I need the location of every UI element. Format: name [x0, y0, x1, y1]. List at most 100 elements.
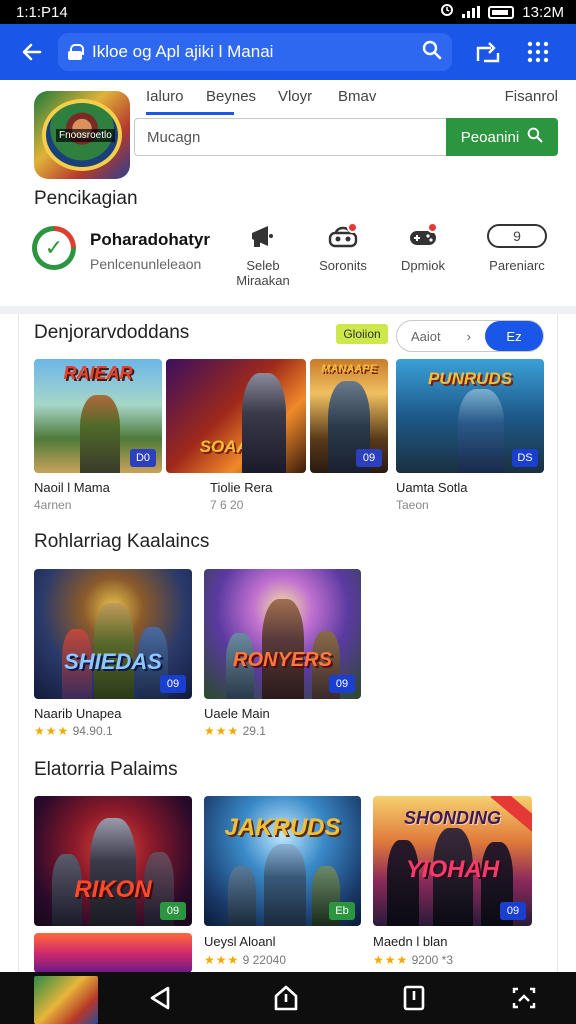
game-subtitle: 4arnen: [34, 498, 72, 512]
gamepad-icon: [406, 222, 440, 252]
home-icon[interactable]: [270, 982, 302, 1014]
star-rating-icon: ★★★: [373, 953, 409, 967]
section-divider: [0, 306, 576, 314]
game-badge: 09: [329, 675, 355, 693]
section-1-title: Denjorarvdoddans: [34, 322, 190, 343]
game-title[interactable]: Maedn l blan: [373, 934, 447, 949]
game-badge: 09: [160, 902, 186, 920]
status-bar: 1:1:P14 13:2M: [0, 0, 576, 24]
game-tile[interactable]: SOAAUS: [166, 359, 306, 473]
game-subtitle: Taeon: [396, 498, 429, 512]
section-1-segmented-control[interactable]: Aaiot › Ez: [396, 320, 544, 352]
game-art-title: RIKON: [74, 876, 152, 903]
game-title[interactable]: Tiolie Rera: [210, 480, 272, 495]
game-tile[interactable]: MANAAPE 09: [310, 359, 388, 473]
back-triangle-icon[interactable]: [144, 982, 176, 1014]
game-art-title: JAKRUDS: [224, 814, 341, 841]
system-nav-bar: [0, 972, 576, 1024]
game-title[interactable]: Uamta Sotla: [396, 480, 468, 495]
status-row: ✓ Poharadohatyr Penlcenunleleaon Seleb M…: [32, 222, 556, 292]
tab-3[interactable]: Vloyr: [278, 84, 338, 116]
game-art-title: RONYERS: [233, 649, 332, 671]
action-label-2: Soronits: [319, 258, 367, 273]
alarm-icon: [440, 3, 454, 21]
url-text: Ikloe og Apl ajiki l Manai: [92, 42, 274, 61]
game-art-title: SHIEDAS: [64, 649, 162, 674]
toggle-pill[interactable]: 9: [487, 224, 547, 248]
status-time: 1:1:P14: [16, 3, 68, 21]
game-subtitle: 7 6 20: [210, 498, 244, 512]
game-title[interactable]: Ueysl Aloanl: [204, 934, 276, 949]
section-2-title: Rohlarriag Kaalaincs: [34, 531, 210, 552]
app-thumbnail-label: Fnoosroetlo: [56, 129, 115, 142]
action-label-3: Dpmiok: [400, 258, 446, 273]
status-right-time: 13:2M: [522, 3, 564, 21]
chevron-right-icon: ›: [466, 328, 471, 344]
section-3-title: Elatorria Palaims: [34, 759, 178, 780]
game-tile[interactable]: RONYERS 09: [204, 569, 361, 699]
search-button-label: Peoanini: [460, 128, 520, 146]
search-icon: [527, 127, 543, 147]
lock-icon: [68, 44, 84, 60]
game-badge: 09: [500, 902, 526, 920]
search-input[interactable]: Mucagn: [134, 118, 446, 156]
status-title: Poharadohatyr: [90, 230, 210, 249]
game-tile[interactable]: PUNRUDS DS: [396, 359, 544, 473]
section-label: Pencikagian: [34, 188, 138, 209]
action-button-3[interactable]: Dpmiok: [386, 222, 460, 273]
vr-headset-icon: [326, 222, 360, 252]
signal-icon: [462, 6, 481, 18]
game-art-title: RAIEAR: [63, 363, 133, 383]
game-tile[interactable]: JAKRUDS Eb: [204, 796, 361, 926]
tab-4[interactable]: Bmav: [338, 84, 458, 116]
grid-menu-icon[interactable]: [518, 32, 558, 72]
screenshot-icon[interactable]: [508, 982, 540, 1014]
segment-right[interactable]: Ez: [485, 321, 543, 351]
game-tile[interactable]: RAIEAR D0: [34, 359, 162, 473]
action-button-4[interactable]: 9 Pareniarc: [472, 222, 562, 273]
game-art-title: PUNRUDS: [427, 369, 513, 388]
star-rating-icon: ★★★: [34, 724, 70, 738]
megaphone-icon: [246, 222, 280, 252]
back-arrow-icon[interactable]: [12, 32, 52, 72]
recents-icon[interactable]: [398, 982, 430, 1014]
game-tile-partial[interactable]: [34, 933, 192, 973]
recent-app-thumbnail[interactable]: [34, 976, 98, 1024]
tab-5[interactable]: Fisanrol: [505, 84, 558, 116]
game-art-title: MANAAPE: [321, 363, 377, 375]
game-badge: 09: [356, 449, 382, 467]
battery-icon: [488, 5, 515, 19]
search-button[interactable]: Peoanini: [446, 118, 558, 156]
game-badge: D0: [130, 449, 156, 467]
game-tile[interactable]: RIKON 09: [34, 796, 192, 926]
game-art-title-top: SHONDING: [403, 808, 501, 828]
active-tab-indicator: [146, 112, 234, 115]
action-label-1: Seleb Miraakan: [236, 258, 290, 288]
game-title[interactable]: Uaele Main: [204, 706, 270, 721]
browser-toolbar: Ikloe og Apl ajiki l Manai: [0, 24, 576, 80]
game-rating: ★★★ 9200 *3: [373, 953, 453, 967]
game-title[interactable]: Naoil l Mama: [34, 480, 110, 495]
game-title[interactable]: Naarib Unapea: [34, 706, 121, 721]
game-rating: ★★★ 29.1: [204, 724, 266, 738]
game-art-title: YIOHAH: [405, 856, 500, 883]
game-badge: 09: [160, 675, 186, 693]
game-rating: ★★★ 94.90.1: [34, 724, 113, 738]
search-icon[interactable]: [422, 40, 442, 65]
game-rating: ★★★ 9 22040: [204, 953, 287, 967]
section-1-tag: Gloiion: [336, 324, 388, 344]
url-bar[interactable]: Ikloe og Apl ajiki l Manai: [58, 33, 452, 71]
action-button-1[interactable]: Seleb Miraakan: [226, 222, 300, 288]
action-button-2[interactable]: Soronits: [306, 222, 380, 273]
status-subtitle: Penlcenunleleaon: [90, 256, 202, 272]
game-badge: Eb: [329, 902, 355, 920]
star-rating-icon: ★★★: [204, 953, 240, 967]
segment-left[interactable]: Aaiot ›: [397, 321, 485, 351]
app-thumbnail[interactable]: Fnoosroetlo: [34, 91, 130, 179]
star-rating-icon: ★★★: [204, 724, 240, 738]
game-badge: DS: [512, 449, 538, 467]
action-label-4: Pareniarc: [489, 258, 545, 273]
game-tile[interactable]: SHONDING YIOHAH 09: [373, 796, 532, 926]
switch-tabs-icon[interactable]: [468, 32, 508, 72]
game-tile[interactable]: SHIEDAS 09: [34, 569, 192, 699]
